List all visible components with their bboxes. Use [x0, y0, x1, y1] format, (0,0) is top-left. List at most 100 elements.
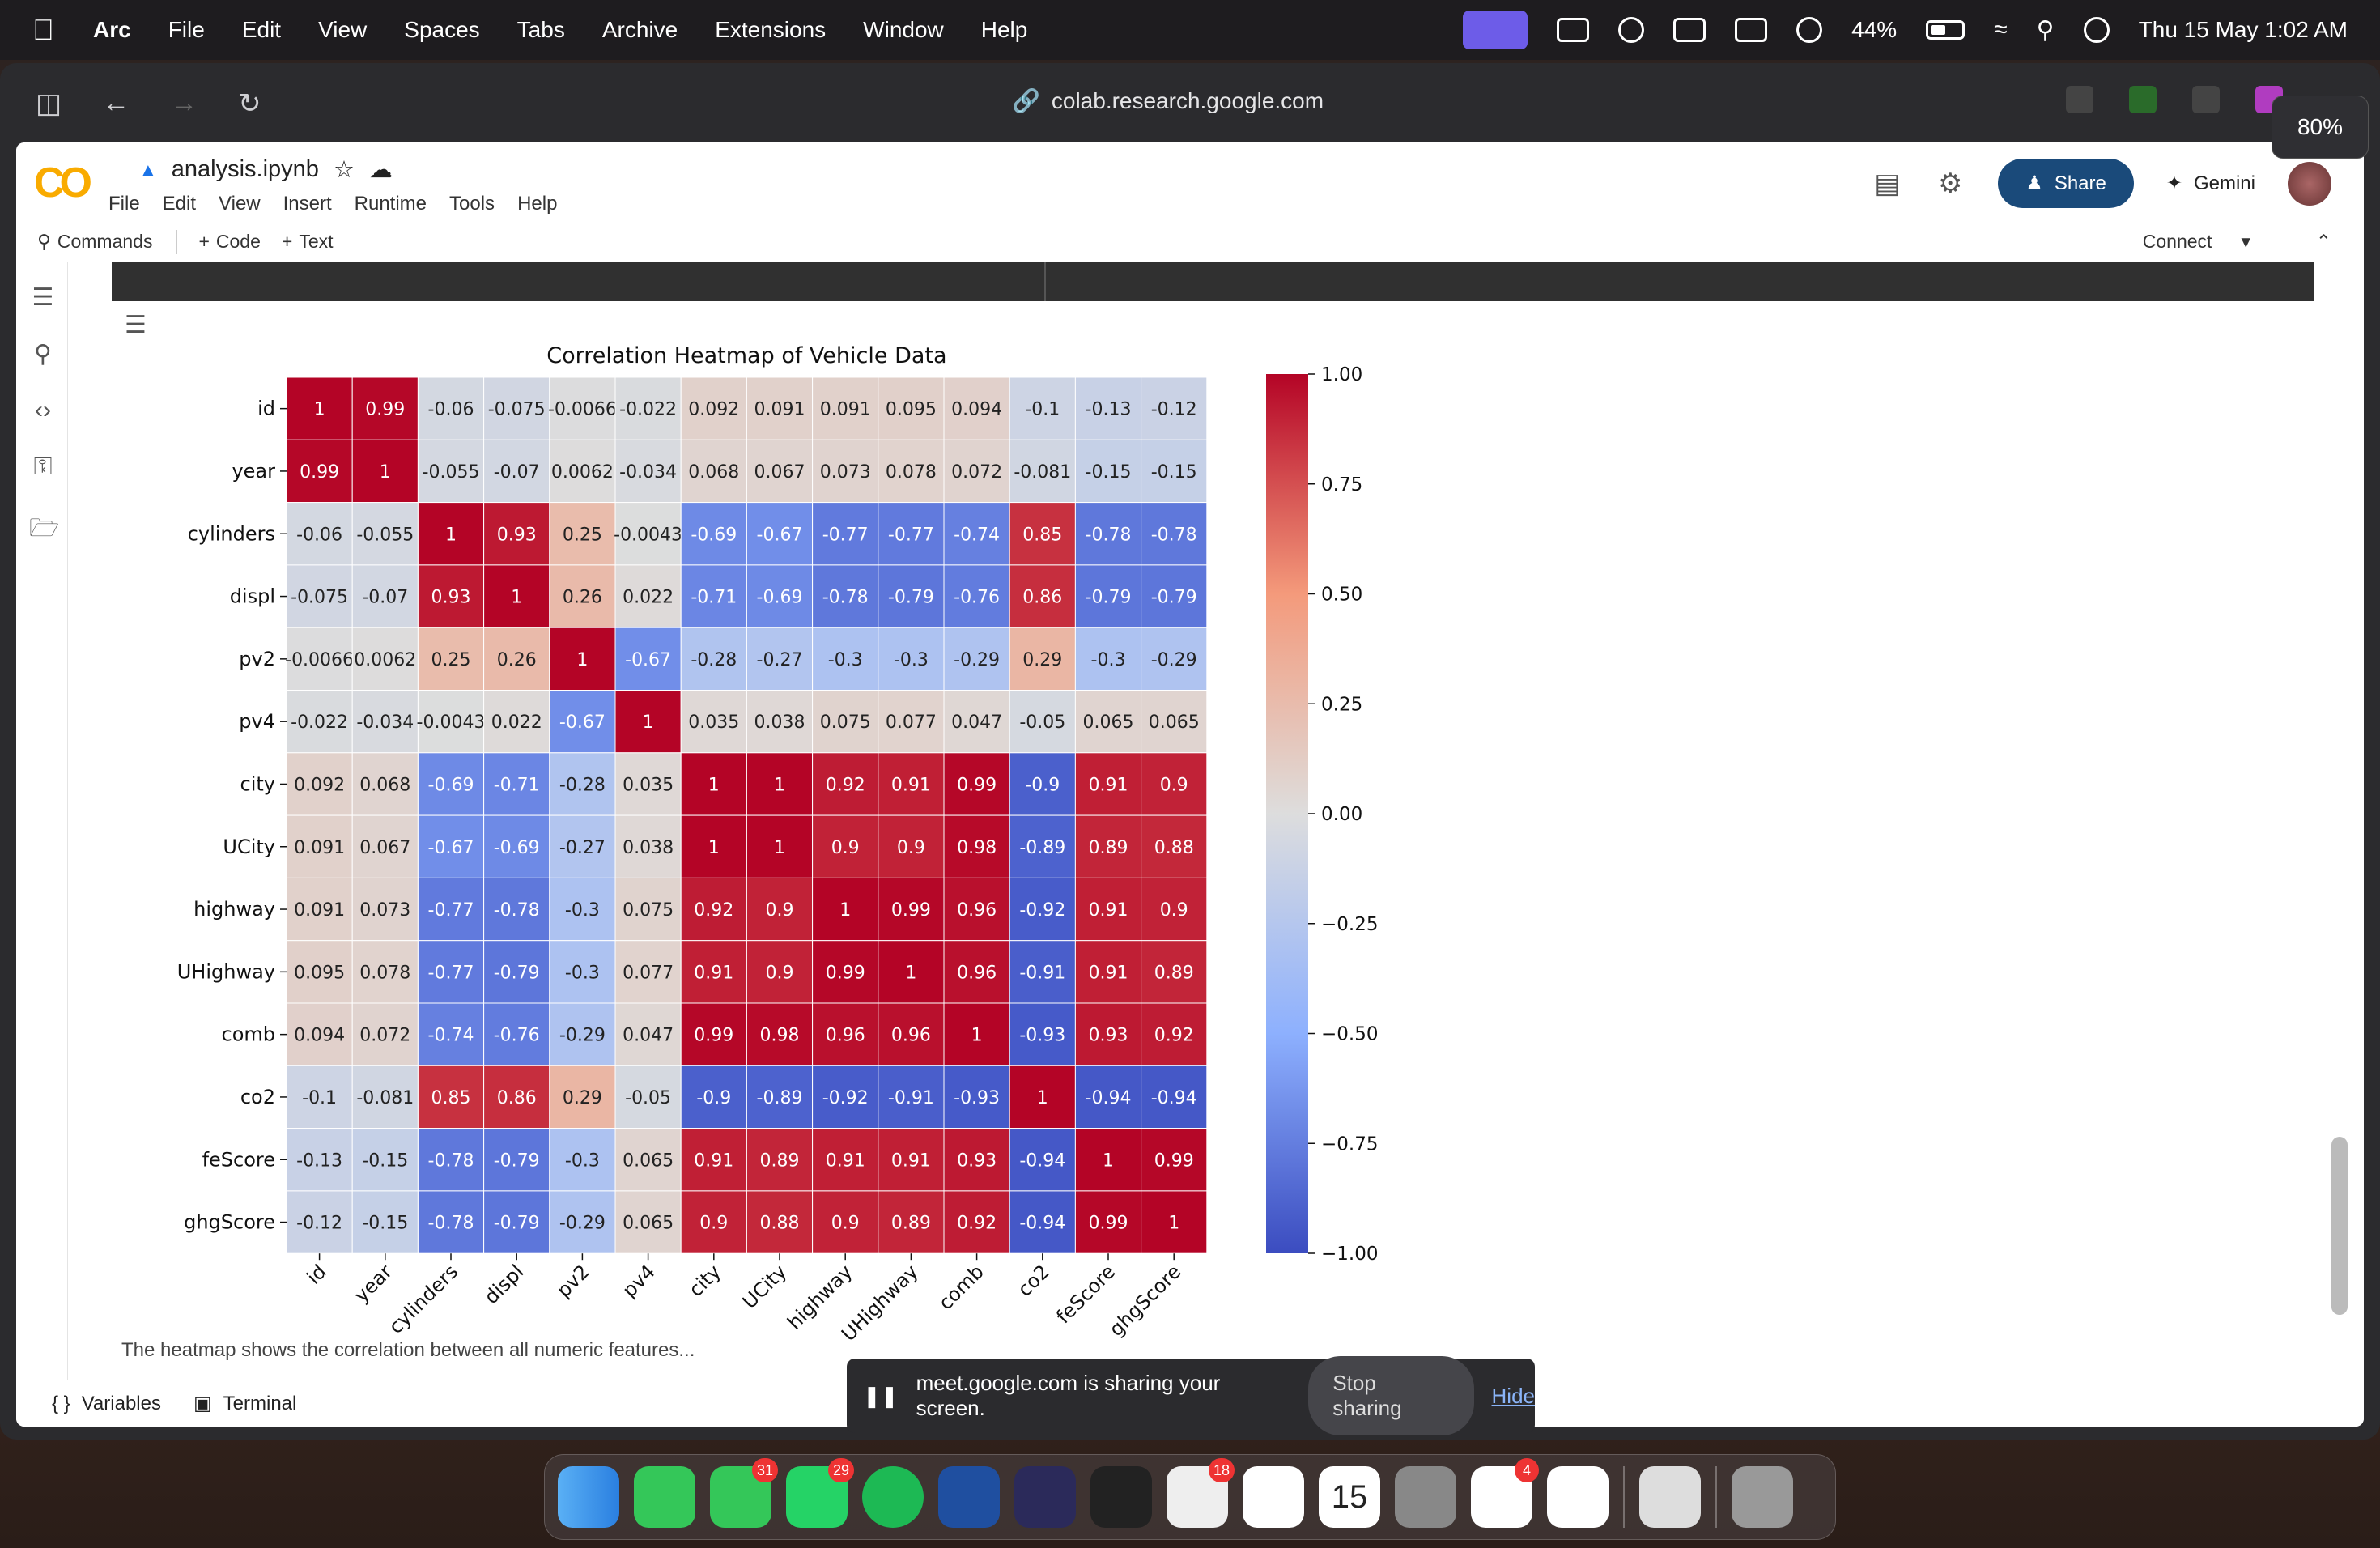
stop-sharing-button[interactable]: Stop sharing — [1308, 1356, 1474, 1435]
eyedropper-icon[interactable] — [2192, 86, 2220, 113]
url-bar[interactable]: 🔗 colab.research.google.com — [1012, 87, 1324, 114]
spark-mail-icon[interactable]: 18 — [1167, 1458, 1235, 1528]
heatmap-cell-label: -0.76 — [494, 1026, 540, 1046]
avatar[interactable] — [2288, 161, 2331, 206]
share-button[interactable]: ♟ Share — [1998, 159, 2134, 208]
gemini-button[interactable]: ✦ Gemini — [2166, 172, 2255, 195]
plus-icon: + — [281, 231, 293, 252]
colab-logo[interactable]: CO — [34, 159, 92, 207]
heatmap-cell-label: 0.92 — [1154, 1026, 1194, 1046]
x-tick-label: pv2 — [552, 1261, 593, 1302]
heatmap-cell-label: 0.9 — [1160, 900, 1188, 921]
finder-icon[interactable] — [558, 1466, 619, 1528]
bed-icon[interactable] — [1673, 18, 1706, 42]
find-icon[interactable]: ⚲ — [29, 340, 57, 368]
datetime[interactable]: Thu 15 May 1:02 AM — [2139, 17, 2348, 43]
share-message: meet.google.com is sharing your screen. — [916, 1371, 1221, 1420]
code-snippets-icon[interactable]: ‹› — [29, 397, 57, 423]
screen-share-icon[interactable] — [1463, 11, 1528, 49]
notion-status-icon[interactable] — [1557, 18, 1590, 42]
heatmap-cell-label: 0.96 — [957, 900, 997, 921]
menu-help[interactable]: Help — [981, 17, 1028, 43]
terminal-button[interactable]: ▣ Terminal — [193, 1392, 296, 1415]
notebook-scrollbar[interactable] — [2331, 1137, 2348, 1315]
x-tick-label: id — [303, 1261, 331, 1289]
menu-tabs[interactable]: Tabs — [517, 17, 565, 43]
menu-extensions[interactable]: Extensions — [715, 17, 826, 43]
wifi-icon[interactable]: ≈ — [1994, 16, 2007, 44]
notes-app-icon[interactable] — [938, 1466, 1000, 1528]
apple-icon[interactable]:  — [32, 13, 54, 47]
colab-menu-file[interactable]: File — [108, 193, 140, 215]
notion-icon[interactable] — [1243, 1466, 1304, 1528]
facetime-icon[interactable] — [634, 1466, 695, 1528]
colab-menu-view[interactable]: View — [219, 193, 261, 215]
notebook-title[interactable]: analysis.ipynb — [172, 156, 319, 183]
output-options-icon[interactable]: ☰ — [125, 311, 147, 339]
heatmap-cell-label: 0.86 — [497, 1088, 537, 1108]
menu-archive[interactable]: Archive — [602, 17, 678, 43]
hide-link[interactable]: Hide — [1492, 1384, 1535, 1409]
colab-menu-edit[interactable]: Edit — [163, 193, 196, 215]
menu-spaces[interactable]: Spaces — [404, 17, 479, 43]
heatmap-cell-label: -0.0043 — [417, 712, 486, 733]
toc-icon[interactable]: ☰ — [29, 283, 57, 311]
menu-view[interactable]: View — [318, 17, 367, 43]
qr-code-icon[interactable] — [2066, 86, 2093, 113]
colab-menu-insert[interactable]: Insert — [283, 193, 332, 215]
slack-icon[interactable]: 4 — [1471, 1458, 1539, 1528]
messages-icon[interactable]: 31 — [710, 1458, 778, 1528]
heatmap-cell-label: -0.79 — [494, 1214, 540, 1234]
battery-percent: 44% — [1851, 17, 1898, 42]
volume-icon[interactable] — [1735, 18, 1768, 42]
trash-icon[interactable] — [1732, 1466, 1793, 1528]
pause-icon[interactable]: ❚❚ — [863, 1384, 899, 1409]
gear-icon[interactable]: ⚙ — [1935, 168, 1966, 199]
commands-button[interactable]: ⚲ Commands — [37, 231, 152, 253]
cloud-icon[interactable]: ☁ — [369, 155, 393, 184]
folder-icon[interactable]: 🗁 — [29, 510, 59, 542]
star-icon[interactable]: ☆ — [334, 155, 355, 184]
back-icon[interactable]: ← — [102, 87, 130, 120]
control-center-icon[interactable] — [2083, 17, 2110, 43]
key-icon[interactable]: ⚿ — [29, 453, 57, 480]
extension-icon[interactable] — [2129, 86, 2157, 113]
spark-badge: 18 — [1208, 1458, 1235, 1482]
vscode-icon[interactable] — [1547, 1466, 1609, 1528]
chevron-up-icon[interactable]: ⌃ — [2316, 231, 2331, 253]
launchpad-icon[interactable] — [1395, 1466, 1456, 1528]
connect-button[interactable]: Connect ▾ — [2143, 231, 2250, 253]
variables-button[interactable]: { } Variables — [52, 1393, 161, 1415]
menu-window[interactable]: Window — [863, 17, 944, 43]
browser-toolbar: ◫ ← → ↻ 🔗 colab.research.google.com — [0, 63, 2380, 142]
reload-icon[interactable]: ↻ — [238, 87, 261, 120]
chevron-down-icon[interactable]: ▾ — [2241, 231, 2250, 253]
add-text-button[interactable]: + Text — [282, 231, 334, 253]
heatmap-cell-label: 0.065 — [1149, 712, 1200, 733]
app-name[interactable]: Arc — [93, 17, 131, 43]
search-icon[interactable]: ⚲ — [2037, 16, 2055, 45]
comment-icon[interactable]: ▤ — [1872, 168, 1902, 199]
affinity-icon[interactable] — [1014, 1466, 1076, 1528]
spotify-icon[interactable] — [862, 1466, 924, 1528]
add-code-button[interactable]: + Code — [198, 231, 260, 253]
heatmap-cell-label: -0.12 — [1151, 400, 1197, 420]
battery-icon[interactable] — [1926, 20, 1966, 40]
sidebar-toggle-icon[interactable]: ◫ — [36, 87, 62, 120]
heatmap-cell-label: -0.022 — [619, 400, 677, 420]
forward-icon[interactable]: → — [170, 87, 198, 120]
colab-menu-tools[interactable]: Tools — [449, 193, 495, 215]
whatsapp-icon[interactable]: 29 — [786, 1458, 854, 1528]
calendar-icon[interactable]: 15 — [1319, 1466, 1380, 1528]
figma-icon[interactable] — [1090, 1466, 1152, 1528]
heatmap-cell-label: -0.77 — [888, 525, 934, 545]
heatmap-cell-label: 0.073 — [820, 462, 871, 483]
sync-icon[interactable] — [1618, 17, 1645, 43]
colab-menu-runtime[interactable]: Runtime — [355, 193, 427, 215]
menu-file[interactable]: File — [168, 17, 205, 43]
play-icon[interactable] — [1796, 17, 1823, 43]
heatmap-cell-label: 0.25 — [563, 525, 602, 545]
iphone-mirroring-icon[interactable] — [1639, 1466, 1701, 1528]
colab-menu-help[interactable]: Help — [517, 193, 557, 215]
menu-edit[interactable]: Edit — [242, 17, 281, 43]
